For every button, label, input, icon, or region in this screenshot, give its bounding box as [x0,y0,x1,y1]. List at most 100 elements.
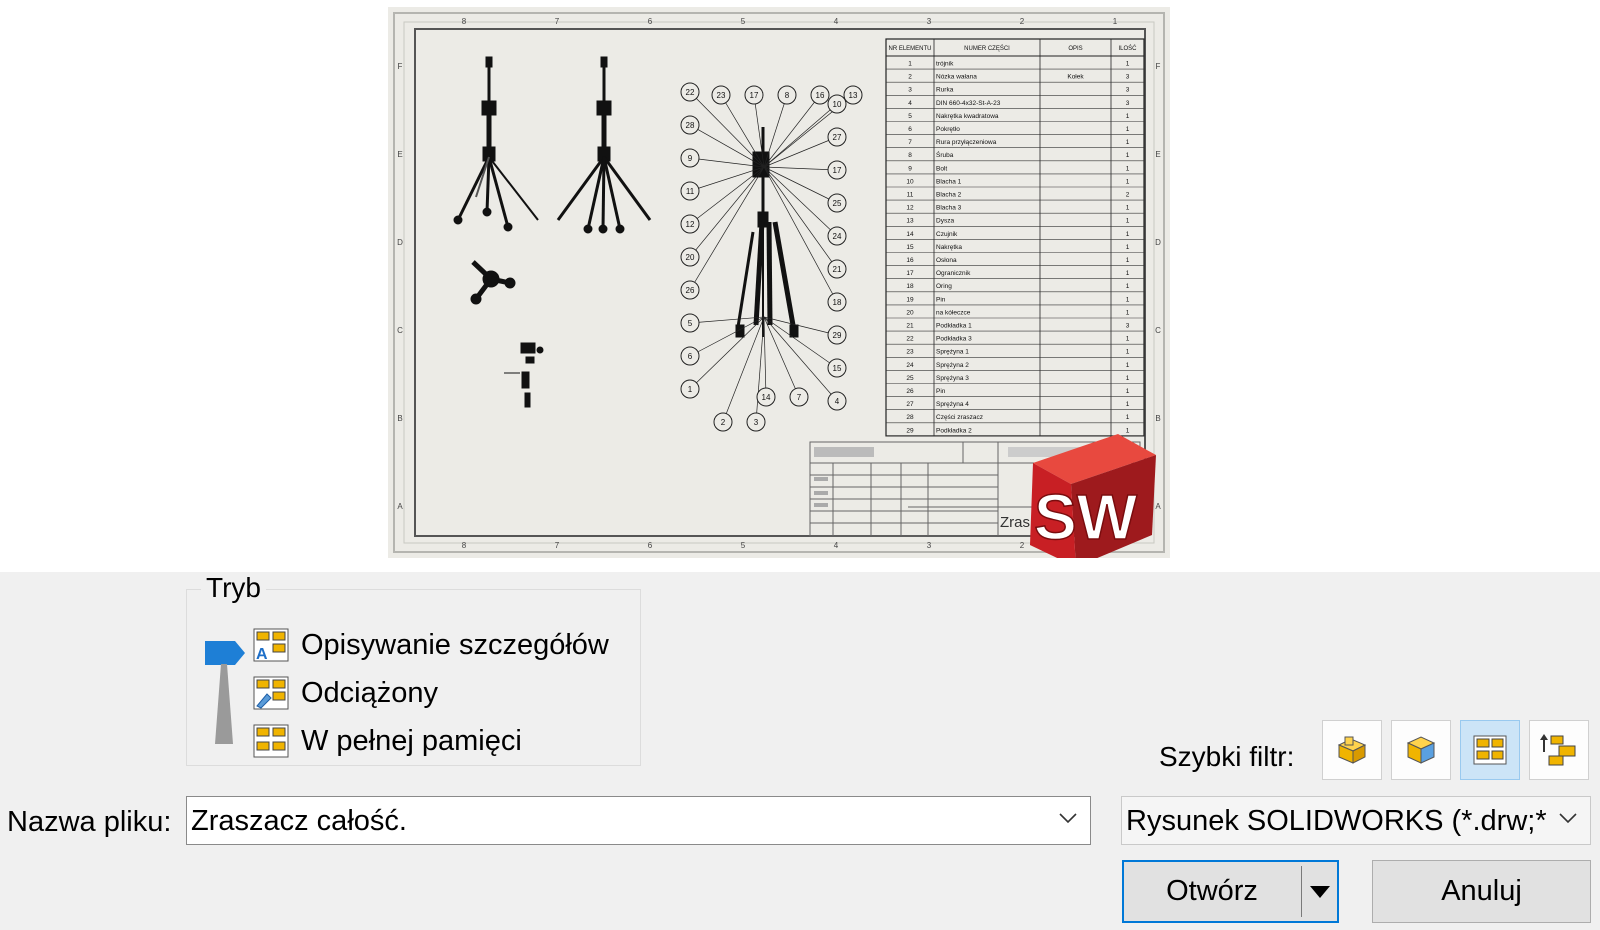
file-name-label: Nazwa pliku: [7,806,172,838]
bom-cell: 18 [906,283,914,290]
mode-option-lightweight[interactable]: Odciążony [253,673,438,713]
balloon: 2 [713,412,733,432]
bom-table: NR ELEMENTU NUMER CZĘŚCI OPIS ILOŚĆ 1 trójnik… [885,38,1145,437]
bom-cell: 26 [906,388,914,395]
bom-cell: 16 [906,257,914,264]
bom-cell: Nózka wałana [936,74,977,81]
border-number: 4 [834,541,839,550]
bom-cell: 1 [1126,113,1130,120]
bom-header: OPIS [1068,46,1082,52]
balloon-label: 16 [816,91,825,100]
bom-cell: 11 [907,192,914,199]
top-level-assembly-filter-icon [1540,734,1576,766]
mode-slider-track-icon[interactable] [213,664,235,744]
bom-cell: 1 [1126,139,1130,146]
title-block-drawing-name: Zras [1000,514,1030,531]
bom-cell: 1 [1126,270,1130,277]
bom-cell: Blacha 1 [936,178,962,185]
bom-cell: 1 [1126,414,1130,421]
bom-header: NUMER CZĘŚCI [964,44,1010,52]
bom-cell: Bolt [936,165,947,172]
balloon: 14 [756,387,776,407]
bom-cell: DIN 660-4x32-St-A-23 [936,100,1001,107]
balloon-label: 26 [686,286,695,295]
chevron-down-icon[interactable] [1058,811,1078,825]
balloon: 6 [680,346,700,366]
bom-cell: 1 [1126,388,1130,395]
open-options-dropdown[interactable] [1302,862,1337,921]
balloon: 10 [827,94,847,114]
bom-cell: 20 [906,309,914,316]
balloon-label: 11 [686,187,695,196]
file-type-select[interactable]: Rysunek SOLIDWORKS (*.drw;*.s [1121,796,1591,845]
bom-cell: 22 [906,336,914,343]
lightweight-mode-icon [253,676,289,710]
bom-cell: 28 [906,414,914,421]
balloon: 25 [827,193,847,213]
open-button[interactable]: Otwórz [1124,862,1300,921]
bom-cell: Nakrętka [936,244,962,251]
balloon-label: 12 [686,220,695,229]
border-number: 6 [648,541,653,550]
balloon: 12 [680,214,700,234]
balloon-label: 29 [833,331,842,340]
balloon: 26 [680,280,700,300]
bom-cell: Czujnik [936,231,958,238]
bom-cell: 1 [1126,309,1130,316]
bom-cell: Części zraszacz [936,414,983,421]
balloon: 9 [680,148,700,168]
balloon: 29 [827,325,847,345]
quick-filter-top-level-button[interactable] [1529,720,1589,780]
border-letter: C [397,326,403,335]
border-number: 8 [462,17,467,26]
balloon-label: 25 [833,199,842,208]
bom-cell: 3 [1126,87,1130,94]
balloon-label: 3 [754,418,759,427]
balloon-label: 21 [833,265,842,274]
bom-cell: Osłona [936,257,957,264]
open-split-button[interactable]: Otwórz [1122,860,1339,923]
bom-cell: 2 [908,74,912,81]
balloon-label: 17 [750,91,759,100]
balloon-label: 18 [833,298,842,307]
balloon-label: 15 [833,364,842,373]
bom-cell: Podkładka 2 [936,427,972,434]
part-filter-icon [1337,736,1367,764]
balloon-label: 27 [833,133,842,142]
bom-cell: 1 [1126,296,1130,303]
bom-cell: 10 [906,178,914,185]
bom-cell: Blacha 2 [936,192,962,199]
bom-cell: 17 [906,270,914,277]
file-type-value: Rysunek SOLIDWORKS (*.drw;*.s [1126,805,1546,837]
balloon: 7 [789,387,809,407]
preview-area: 8877665544332211FFEEDDCCBBAA [0,0,1600,572]
bom-cell: 1 [1126,375,1130,382]
balloon: 17 [827,160,847,180]
bom-cell: 1 [1126,283,1130,290]
mode-option-detailing-label: Opisywanie szczegółów [301,628,609,661]
bom-cell: 7 [908,139,912,146]
quick-filter-assembly-button[interactable] [1391,720,1451,780]
bom-cell: 1 [1126,244,1130,251]
mode-option-resolved[interactable]: W pełnej pamięci [253,721,522,761]
drawing-filter-icon [1473,735,1507,765]
border-number: 6 [648,17,653,26]
mode-option-resolved-label: W pełnej pamięci [301,724,522,757]
bom-cell: Kołek [1067,74,1084,81]
mode-option-detailing[interactable]: A Opisywanie szczegółów [253,625,609,665]
assembly-filter-icon [1406,736,1436,764]
quick-filter-part-button[interactable] [1322,720,1382,780]
border-letter: A [1155,502,1161,511]
border-number: 2 [1020,17,1025,26]
bom-cell: 1 [1126,126,1130,133]
cancel-button[interactable]: Anuluj [1372,860,1591,923]
file-name-input[interactable]: Zraszacz całość. [186,796,1091,845]
open-dialog-footer: Tryb A Opisywanie szczegółów Odciążony W… [0,572,1600,930]
balloon-label: 7 [797,393,802,402]
bom-cell: 23 [906,349,914,356]
svg-text:A: A [256,646,268,662]
border-number: 3 [927,17,932,26]
quick-filter-drawing-button[interactable] [1460,720,1520,780]
bom-cell: 27 [906,401,914,408]
balloon: 5 [680,313,700,333]
